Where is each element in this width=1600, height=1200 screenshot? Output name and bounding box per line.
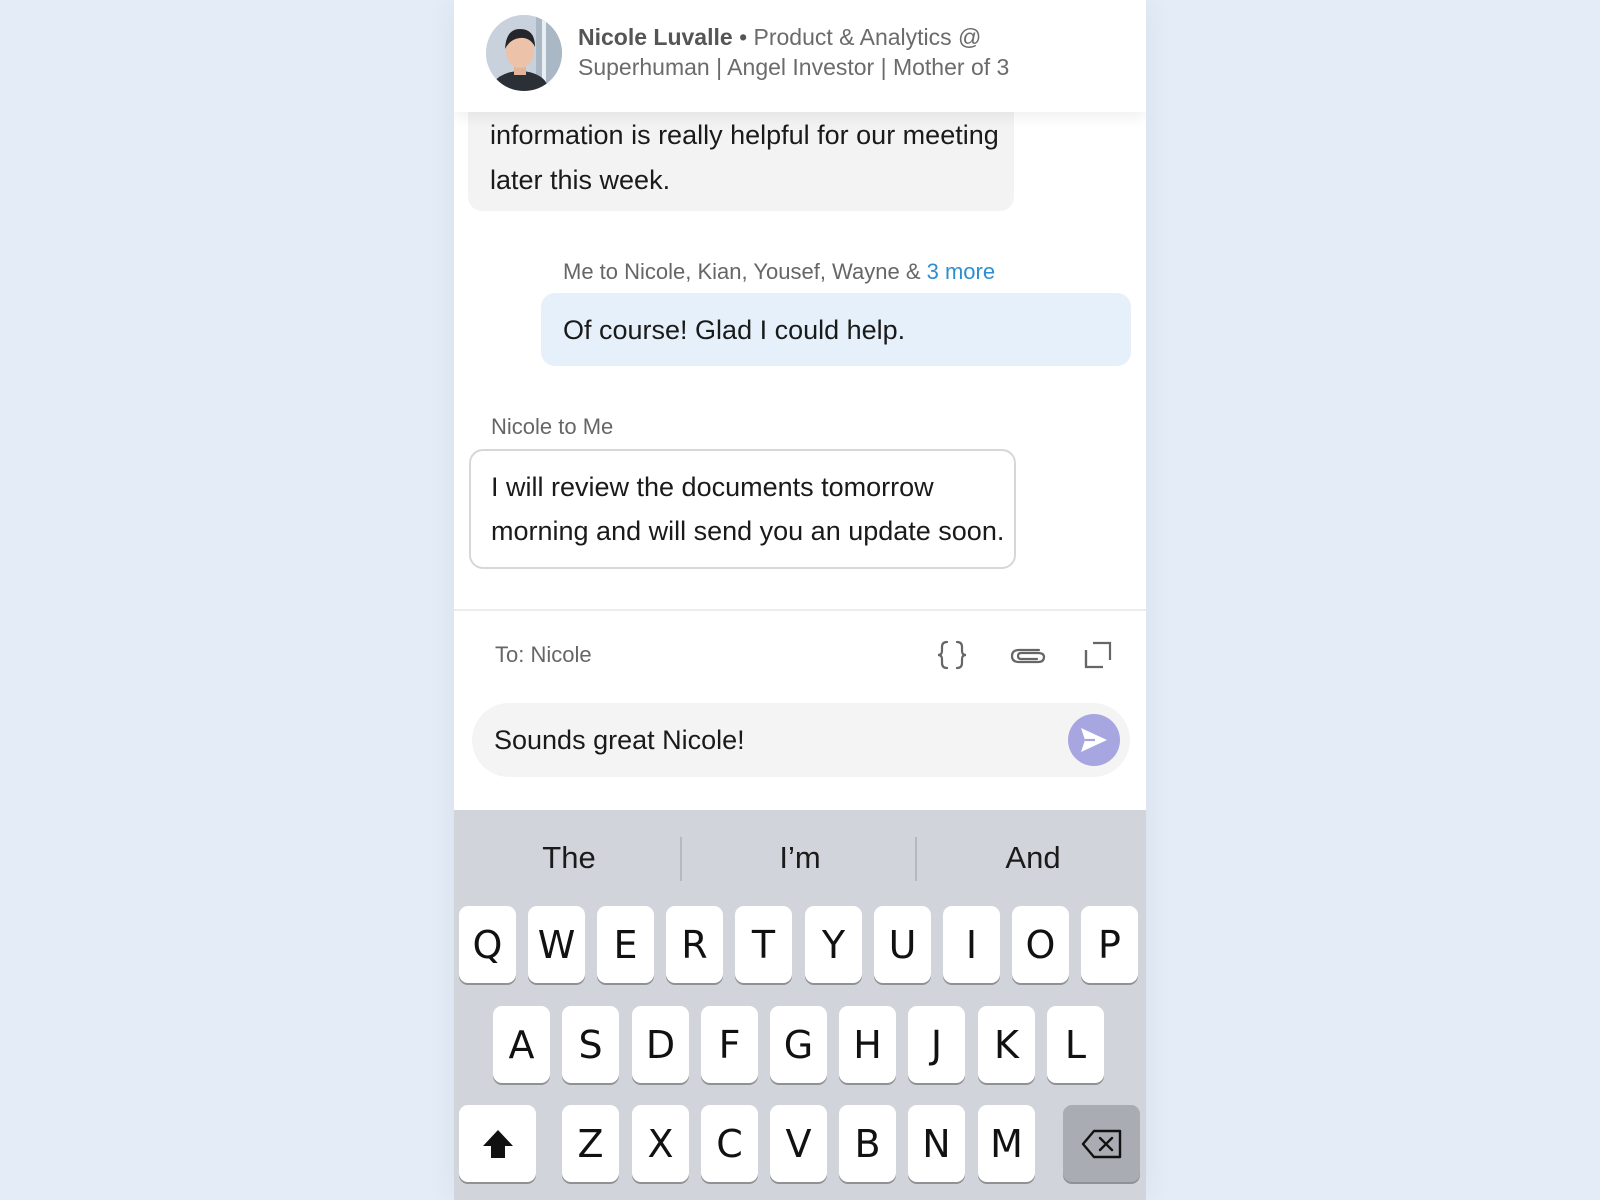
on-screen-keyboard: The I’m And Q W E R T Y U I O P A S D F … <box>454 810 1146 1200</box>
key-s[interactable]: S <box>562 1006 619 1083</box>
braces-icon[interactable] <box>935 636 969 674</box>
message-recipients: Me to Nicole, Kian, Yousef, Wayne & <box>563 259 921 284</box>
message-input-value[interactable]: Sounds great Nicole! <box>494 723 745 757</box>
paperclip-icon[interactable] <box>1009 636 1047 674</box>
contact-name[interactable]: Nicole Luvalle <box>578 24 733 50</box>
suggestion-divider <box>915 837 917 881</box>
message-text: Of course! Glad I could help. <box>563 315 906 345</box>
message-bubble-me: Of course! Glad I could help. <box>541 293 1131 366</box>
key-l[interactable]: L <box>1047 1006 1104 1083</box>
key-p[interactable]: P <box>1081 906 1138 983</box>
key-k[interactable]: K <box>978 1006 1035 1083</box>
keyboard-suggestions: The I’m And <box>454 810 1146 906</box>
suggestion-divider <box>680 837 682 881</box>
key-u[interactable]: U <box>874 906 931 983</box>
suggestion-2[interactable]: I’m <box>685 836 915 880</box>
send-button[interactable] <box>1068 714 1120 766</box>
send-icon <box>1081 728 1107 752</box>
key-t[interactable]: T <box>735 906 792 983</box>
more-recipients-link[interactable]: 3 more <box>927 259 995 284</box>
header-title: Nicole Luvalle • Product & Analytics @ S… <box>578 22 1118 82</box>
key-i[interactable]: I <box>943 906 1000 983</box>
key-a[interactable]: A <box>493 1006 550 1083</box>
key-y[interactable]: Y <box>805 906 862 983</box>
shift-key[interactable] <box>459 1105 536 1182</box>
message-input[interactable]: Sounds great Nicole! <box>472 703 1130 777</box>
suggestion-3[interactable]: And <box>918 836 1146 880</box>
recipient-field[interactable]: To: Nicole <box>495 642 592 668</box>
key-q[interactable]: Q <box>459 906 516 983</box>
key-w[interactable]: W <box>528 906 585 983</box>
mail-app-screen: Nicole Luvalle • Product & Analytics @ S… <box>454 0 1146 1200</box>
header-separator: • <box>739 24 748 50</box>
key-m[interactable]: M <box>978 1105 1035 1182</box>
expand-icon[interactable] <box>1083 636 1113 674</box>
message-bubble-nicole: I will review the documents tomorrow mor… <box>469 449 1016 569</box>
conversation-header: Nicole Luvalle • Product & Analytics @ S… <box>454 0 1146 112</box>
key-h[interactable]: H <box>839 1006 896 1083</box>
key-d[interactable]: D <box>632 1006 689 1083</box>
composer-divider <box>454 609 1146 611</box>
key-j[interactable]: J <box>908 1006 965 1083</box>
key-c[interactable]: C <box>701 1105 758 1182</box>
key-b[interactable]: B <box>839 1105 896 1182</box>
shift-icon <box>482 1129 513 1158</box>
backspace-icon <box>1081 1129 1121 1158</box>
message-text: I will review the documents tomorrow mor… <box>491 472 1005 546</box>
message-text: information is really helpful for our me… <box>490 120 999 195</box>
message-meta-me: Me to Nicole, Kian, Yousef, Wayne & 3 mo… <box>563 259 995 285</box>
key-x[interactable]: X <box>632 1105 689 1182</box>
key-e[interactable]: E <box>597 906 654 983</box>
key-f[interactable]: F <box>701 1006 758 1083</box>
backspace-key[interactable] <box>1063 1105 1140 1182</box>
message-meta-nicole: Nicole to Me <box>491 414 614 439</box>
avatar[interactable] <box>486 15 562 91</box>
suggestion-1[interactable]: The <box>454 836 684 880</box>
key-r[interactable]: R <box>666 906 723 983</box>
key-z[interactable]: Z <box>562 1105 619 1182</box>
key-v[interactable]: V <box>770 1105 827 1182</box>
avatar-image <box>486 15 562 91</box>
key-n[interactable]: N <box>908 1105 965 1182</box>
key-o[interactable]: O <box>1012 906 1069 983</box>
key-g[interactable]: G <box>770 1006 827 1083</box>
